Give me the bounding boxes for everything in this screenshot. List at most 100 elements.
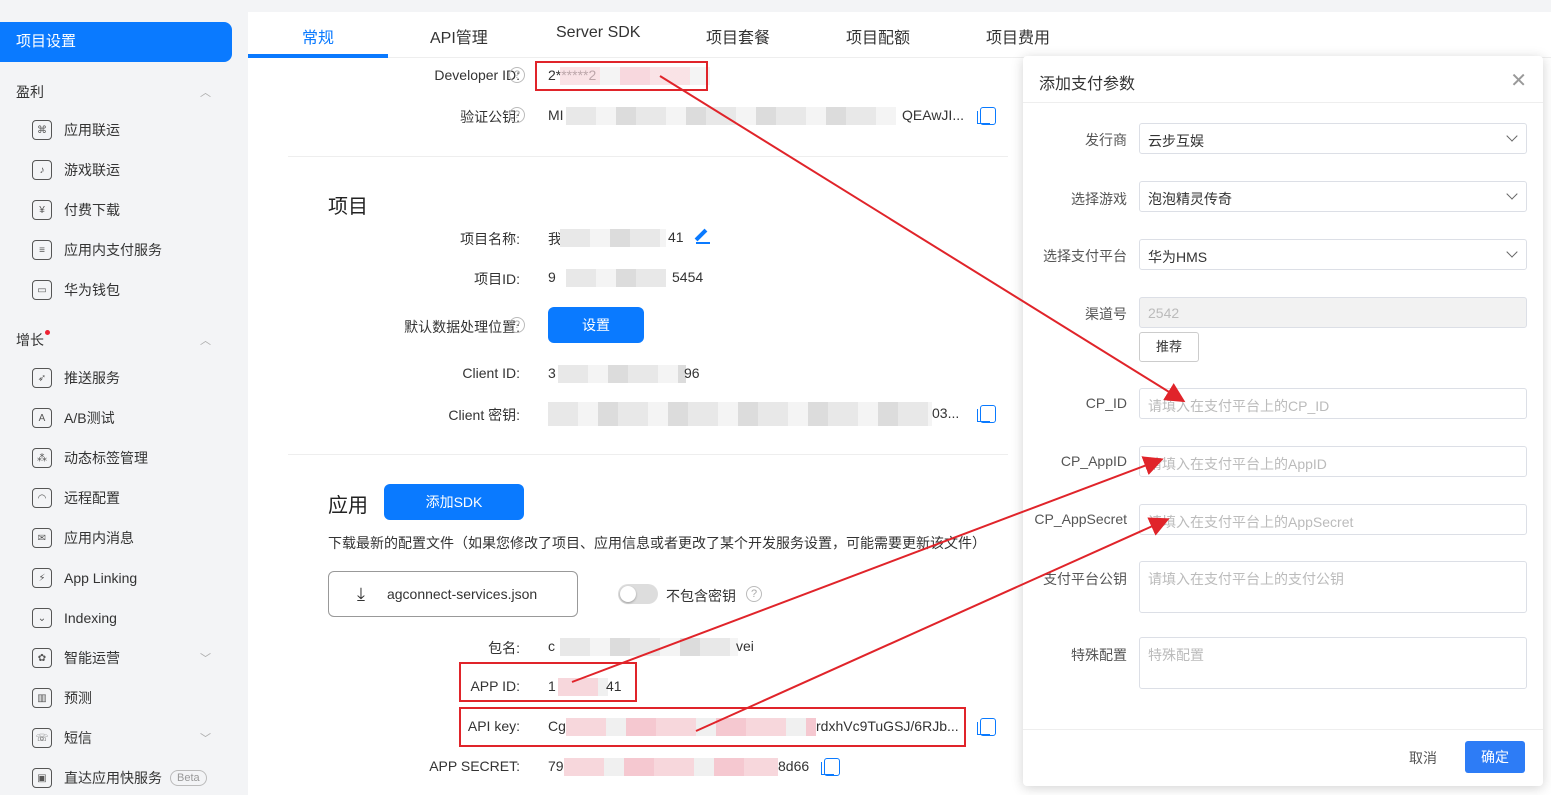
cp-appid-input[interactable]: 请填入在支付平台上的AppID	[1139, 446, 1527, 477]
copy-icon[interactable]	[821, 758, 840, 776]
tab-project-plan[interactable]: 项目套餐	[706, 24, 770, 48]
chevron-down-icon[interactable]: ﹀	[200, 650, 212, 665]
download-icon: ⤓	[357, 583, 365, 604]
help-icon[interactable]: ?	[509, 67, 525, 83]
channel-label: 渠道号	[1085, 306, 1127, 322]
client-id-label: Client ID:	[462, 365, 520, 381]
receipt-icon: ≡	[32, 240, 52, 260]
tab-project-fees[interactable]: 项目费用	[986, 24, 1050, 48]
tab-project-quota[interactable]: 项目配额	[846, 24, 910, 48]
set-location-button[interactable]: 设置	[548, 307, 644, 343]
sidebar-item-remote-config[interactable]: ◠ 远程配置	[32, 486, 120, 510]
dialog-title: 添加支付参数	[1039, 76, 1136, 93]
divider	[1023, 729, 1543, 730]
channel-input: 2542	[1139, 297, 1527, 328]
sidebar-item-predict[interactable]: ▥ 预测	[32, 686, 92, 710]
project-id-prefix: 9	[548, 269, 556, 285]
sidebar-item-game-distribution[interactable]: ♪ 游戏联运	[32, 158, 120, 182]
cp-appsecret-label: CP_AppSecret	[1034, 511, 1127, 527]
edit-icon[interactable]	[696, 230, 710, 244]
redacted-mask	[564, 758, 778, 776]
sidebar-item-quick-app[interactable]: ▣ 直达应用快服务 Beta	[32, 766, 207, 790]
confirm-button[interactable]: 确定	[1465, 741, 1525, 773]
chevron-down-icon[interactable]: ﹀	[200, 730, 212, 745]
index-icon: ⌄	[32, 608, 52, 628]
special-config-textarea[interactable]: 特殊配置	[1139, 637, 1527, 689]
app-secret-suffix: 8d66	[778, 758, 810, 774]
sidebar-item-app-distribution[interactable]: ⌘ 应用联运	[32, 118, 120, 142]
add-sdk-button[interactable]: 添加SDK	[384, 484, 524, 520]
chevron-up-icon[interactable]: ︿	[200, 84, 212, 99]
sidebar-item-smart-ops[interactable]: ✿ 智能运营	[32, 646, 120, 670]
help-icon[interactable]: ?	[746, 586, 762, 602]
divider	[288, 454, 1008, 455]
sidebar-item-ab-test[interactable]: A A/B测试	[32, 406, 115, 430]
cp-id-label: CP_ID	[1085, 395, 1127, 411]
close-icon[interactable]: ✕	[1510, 68, 1527, 93]
help-icon[interactable]: ?	[509, 317, 525, 333]
sidebar: 项目设置 盈利 ︿ ⌘ 应用联运 ♪ 游戏联运 ¥ 付费下载 ≡ 应用内支付服务 ▭ 华为…	[0, 0, 240, 795]
recommend-button[interactable]: 推荐	[1139, 332, 1199, 362]
publisher-select[interactable]: 云步互娱	[1139, 123, 1527, 154]
message-icon: ✉	[32, 528, 52, 548]
config-note: 下载最新的配置文件（如果您修改了项目、应用信息或者更改了某个开发服务设置，可能需…	[328, 535, 986, 551]
package-name-suffix: vei	[736, 638, 754, 654]
smart-icon: ✿	[32, 648, 52, 668]
sidebar-item-indexing[interactable]: ⌄ Indexing	[32, 606, 117, 630]
copy-icon[interactable]	[977, 718, 996, 736]
sidebar-item-wallet[interactable]: ▭ 华为钱包	[32, 278, 120, 302]
sidebar-item-app-linking[interactable]: ⚡ App Linking	[32, 566, 137, 590]
exclude-key-toggle[interactable]	[618, 584, 658, 604]
gamepad-icon: ♪	[32, 160, 52, 180]
chevron-down-icon	[1506, 130, 1518, 142]
project-name-label: 项目名称:	[460, 231, 520, 247]
sidebar-item-tag-manager[interactable]: ⁂ 动态标签管理	[32, 446, 148, 470]
public-key-label: 验证公钥:	[460, 109, 520, 125]
sidebar-item-iap[interactable]: ≡ 应用内支付服务	[32, 238, 162, 262]
beta-badge: Beta	[170, 770, 207, 786]
tab-general[interactable]: 常规	[302, 24, 334, 48]
download-config-button[interactable]: ⤓ agconnect-services.json	[328, 571, 578, 617]
sms-icon: ☏	[32, 728, 52, 748]
client-id-suffix: 96	[684, 365, 700, 381]
platform-pubkey-textarea[interactable]: 请填入在支付平台上的支付公钥	[1139, 561, 1527, 613]
annotation-box-app-id	[459, 662, 637, 702]
cancel-button[interactable]: 取消	[1409, 748, 1437, 768]
exclude-key-label: 不包含密钥	[666, 588, 736, 604]
project-id-suffix: 5454	[672, 269, 704, 285]
app-secret-label: APP SECRET:	[429, 758, 520, 774]
active-tab-indicator	[248, 54, 388, 58]
tab-server-sdk[interactable]: Server SDK	[556, 24, 640, 42]
sidebar-group-monetize[interactable]: 盈利	[16, 82, 44, 102]
sidebar-item-in-app-message[interactable]: ✉ 应用内消息	[32, 526, 134, 550]
sidebar-item-push[interactable]: ➶ 推送服务	[32, 366, 120, 390]
client-id-prefix: 3	[548, 365, 556, 381]
sidebar-item-project-settings[interactable]: 项目设置	[0, 22, 232, 62]
copy-icon[interactable]	[977, 107, 996, 125]
remote-icon: ◠	[32, 488, 52, 508]
platform-select[interactable]: 华为HMS	[1139, 239, 1527, 270]
copy-icon[interactable]	[977, 405, 996, 423]
sidebar-item-sms[interactable]: ☏ 短信	[32, 726, 92, 750]
chevron-up-icon[interactable]: ︿	[200, 332, 212, 347]
link-icon: ⌘	[32, 120, 52, 140]
game-select[interactable]: 泡泡精灵传奇	[1139, 181, 1527, 212]
ab-icon: A	[32, 408, 52, 428]
sidebar-item-paid-download[interactable]: ¥ 付费下载	[32, 198, 120, 222]
sidebar-group-growth[interactable]: 增长	[16, 330, 50, 350]
redacted-mask	[548, 402, 932, 426]
cp-appsecret-input[interactable]: 请填入在支付平台上的AppSecret	[1139, 504, 1527, 535]
cp-id-input[interactable]: 请填入在支付平台上的CP_ID	[1139, 388, 1527, 419]
tab-bar: 常规 API管理 Server SDK 项目套餐 项目配额 项目费用	[248, 12, 1551, 58]
redacted-mask	[558, 365, 686, 383]
redacted-mask	[560, 638, 738, 656]
public-key-prefix: MI	[548, 107, 564, 123]
client-secret-label: Client 密钥:	[448, 407, 520, 423]
project-name-suffix: 41	[668, 229, 684, 245]
add-payment-params-dialog: 添加支付参数 ✕ 发行商 云步互娱 选择游戏 泡泡精灵传奇 选择支付平台 华为H…	[1023, 56, 1543, 786]
public-key-suffix: QEAwJI...	[902, 107, 964, 123]
applink-icon: ⚡	[32, 568, 52, 588]
redacted-mask	[566, 107, 896, 125]
help-icon[interactable]: ?	[509, 107, 525, 123]
tab-api-management[interactable]: API管理	[430, 24, 488, 48]
